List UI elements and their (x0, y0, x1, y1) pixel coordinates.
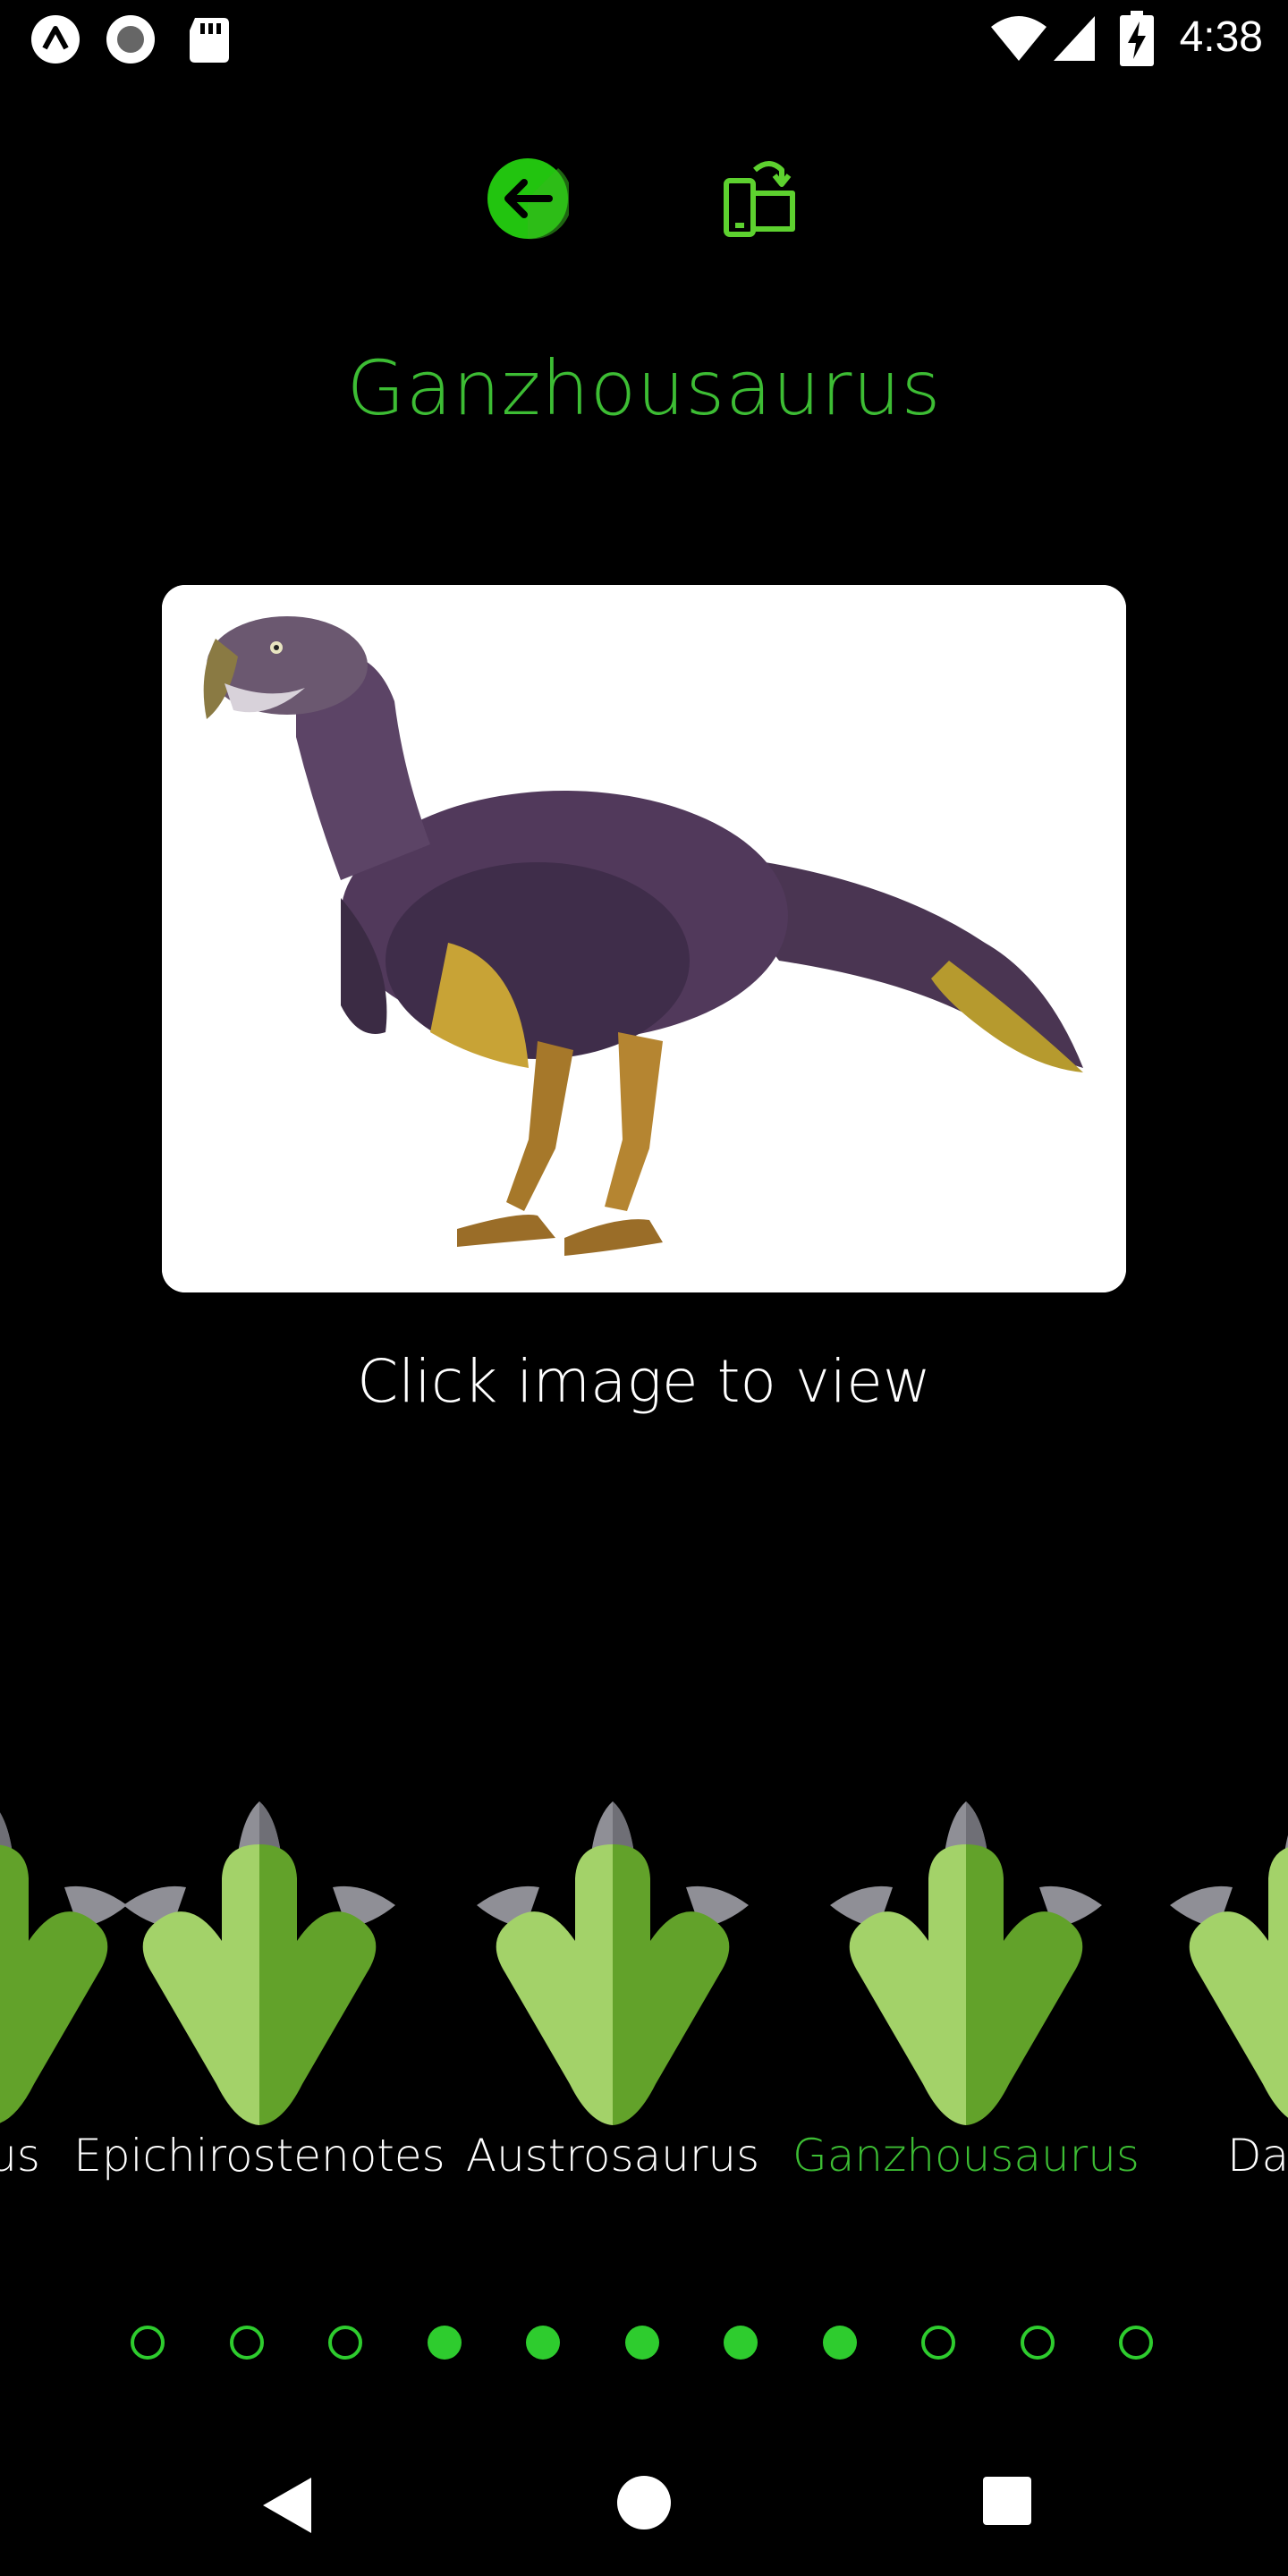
carousel-item-label[interactable]: Dahalo (1227, 2120, 1288, 2191)
dinosaur-image[interactable] (162, 585, 1126, 1292)
nav-back-icon[interactable] (258, 2474, 318, 2537)
dino-footprint-icon (1170, 1835, 1288, 2118)
dinosaur-carousel[interactable]: urus Epichirostenotes Austrosaurus Ganzhous… (0, 1789, 1288, 2218)
signal-icon (1054, 16, 1095, 61)
status-time: 4:38 (1179, 13, 1263, 61)
click-image-hint: Click image to view (357, 1347, 931, 1416)
sd-card-icon (190, 18, 229, 63)
app-logo-icon (31, 15, 80, 64)
record-icon (106, 15, 155, 64)
dinosaur-title: Ganzhousaurus (346, 344, 942, 432)
nav-recents-icon[interactable] (982, 2476, 1032, 2526)
pagination-dot-empty (1119, 2326, 1153, 2360)
pagination-dot-filled (724, 2326, 758, 2360)
carousel-item[interactable]: Austrosaurus (0, 1789, 1288, 2200)
screen-rotation-icon (724, 161, 795, 237)
carousel-item-label[interactable]: urus (0, 2120, 40, 2191)
carousel-item[interactable]: Ganzhousaurus (0, 1789, 1288, 2200)
rotate-screen-button[interactable] (723, 157, 798, 240)
carousel-item-label[interactable]: Ganzhousaurus (792, 2120, 1140, 2191)
dino-footprint-icon (477, 1801, 749, 2125)
carousel-item-label[interactable]: Austrosaurus (466, 2120, 759, 2191)
carousel-item[interactable]: urus (0, 1789, 1288, 2200)
dino-footprint-icon (830, 1801, 1102, 2125)
system-nav-bar (0, 2442, 1288, 2576)
pagination-dot-empty (131, 2326, 165, 2360)
pagination-dot-filled (822, 2326, 857, 2360)
pagination-dot-empty (328, 2326, 362, 2360)
back-button[interactable] (487, 157, 569, 240)
pagination-dot-filled (624, 2326, 659, 2360)
carousel-item[interactable]: Epichirostenotes (0, 1789, 1288, 2200)
nav-home-icon[interactable] (615, 2474, 673, 2531)
wifi-icon (991, 16, 1046, 61)
pagination-dot-filled (526, 2326, 560, 2360)
carousel-item-label[interactable]: Epichirostenotes (73, 2120, 445, 2191)
pagination-dot-filled (427, 2326, 462, 2360)
pagination-dot-empty (1020, 2326, 1055, 2360)
battery-charging-icon (1120, 11, 1154, 66)
pagination-dots (0, 2317, 1288, 2379)
carousel-item[interactable]: Dahalo (0, 1789, 1288, 2200)
dinosaur-image-card[interactable] (162, 585, 1126, 1292)
pagination-dot-empty (229, 2326, 264, 2360)
dino-footprint-icon (0, 1812, 127, 2123)
dino-footprint-icon (123, 1801, 395, 2125)
status-bar: 4:38 (0, 0, 1288, 75)
pagination-dot-empty (921, 2326, 955, 2360)
